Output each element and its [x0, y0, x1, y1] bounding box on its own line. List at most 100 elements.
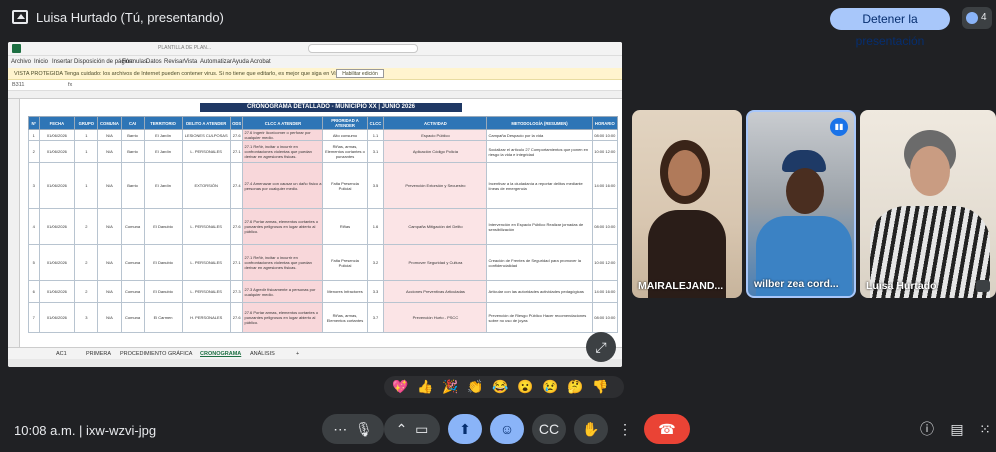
table-cell[interactable]: 6 — [28, 280, 40, 303]
table-cell[interactable]: N/A — [97, 244, 122, 281]
table-cell[interactable]: 01/06/2026 — [38, 302, 76, 333]
table-cell[interactable]: Riñas, armas, Elementos cortantes o punz… — [322, 140, 368, 163]
table-cell[interactable]: 3.3 — [366, 280, 385, 303]
table-cell[interactable]: 3.2 — [366, 244, 385, 281]
table-cell[interactable]: 27.1 Reñir, incitar o incurrir en confro… — [242, 244, 324, 281]
table-cell[interactable]: 3.5 — [366, 162, 385, 209]
table-cell[interactable]: 1 — [28, 129, 40, 141]
table-cell[interactable]: Aplicación Código Policía — [383, 140, 488, 163]
table-cell[interactable]: 10:00 12:00 — [591, 140, 619, 163]
table-cell[interactable]: 1.6 — [366, 208, 385, 245]
table-cell[interactable]: Promover Seguridad y Cultura — [383, 244, 488, 281]
table-cell[interactable]: Prevención de Riesgo Público Hacer recom… — [486, 302, 593, 333]
table-cell[interactable]: N/A — [97, 280, 122, 303]
sheet-tab[interactable]: AC1 — [56, 351, 67, 357]
table-cell[interactable]: 10:00 12:00 — [591, 244, 619, 281]
thumbs-up-reaction-icon[interactable]: 👍 — [417, 379, 433, 395]
sheet-tab[interactable]: ANÁLISIS — [250, 351, 275, 357]
table-cell[interactable]: 27.1 — [229, 140, 244, 163]
table-cell[interactable]: EXTORSIÓN — [181, 162, 231, 209]
table-cell[interactable]: El Carmen — [143, 302, 183, 333]
expand-icon[interactable]: ⤢ — [586, 332, 616, 362]
clap-reaction-icon[interactable]: 👏 — [467, 379, 483, 395]
menu-item[interactable]: Insertar — [52, 59, 72, 65]
table-cell[interactable]: 08:00 10:00 — [591, 129, 619, 141]
tile-options-icon[interactable] — [976, 280, 990, 292]
sheet-tab[interactable]: PROCEDIMIENTO — [120, 351, 166, 357]
table-cell[interactable]: 1 — [74, 162, 99, 209]
table-cell[interactable]: Falta Presencia Policial — [322, 162, 368, 209]
table-cell[interactable]: 01/06/2026 — [38, 280, 76, 303]
table-cell[interactable]: Menores Infractores — [322, 280, 368, 303]
stop-presenting-button[interactable]: Detener la presentación — [830, 8, 950, 48]
table-cell[interactable]: 01/06/2026 — [38, 129, 76, 141]
table-cell[interactable]: Comuna — [120, 280, 145, 303]
table-cell[interactable]: Prevención Extorsión y Secuestro — [383, 162, 488, 209]
table-cell[interactable]: 27.4 Amenazar con causar un daño físico … — [242, 162, 324, 209]
table-cell[interactable]: N/A — [97, 162, 122, 209]
table-cell[interactable]: 27.1 Reñir, incitar o incurrir en confro… — [242, 140, 324, 163]
table-cell[interactable]: 14:00 16:00 — [591, 162, 619, 209]
camera-icon[interactable]: ▭ — [415, 421, 428, 437]
table-cell[interactable]: Barrio — [120, 129, 145, 141]
table-cell[interactable]: 3.7 — [366, 302, 385, 333]
table-cell[interactable]: El Danubio — [143, 208, 183, 245]
leave-call-button[interactable]: ☎ — [644, 414, 690, 444]
table-cell[interactable]: 27.6 Ingerir licor/comer o perforar por … — [242, 129, 324, 141]
table-cell[interactable]: El Danubio — [143, 244, 183, 281]
table-cell[interactable]: 3 — [28, 162, 40, 209]
more-options-icon[interactable]: ⋯ — [333, 421, 347, 437]
table-cell[interactable]: N/A — [97, 129, 122, 141]
chat-icon[interactable]: ▤ — [946, 418, 968, 440]
table-cell[interactable]: L. PERSONALES — [181, 208, 231, 245]
menu-item[interactable]: Archivo — [11, 59, 31, 65]
table-cell[interactable]: 14:00 16:00 — [591, 280, 619, 303]
laugh-reaction-icon[interactable]: 😂 — [492, 379, 508, 395]
menu-item[interactable]: Acrobat — [250, 59, 271, 65]
table-cell[interactable]: Barrio — [120, 162, 145, 209]
table-cell[interactable]: 08:00 10:00 — [591, 208, 619, 245]
table-cell[interactable]: 08:00 10:00 — [591, 302, 619, 333]
more-options-button[interactable]: ⋮ — [614, 414, 636, 444]
reactions-button[interactable]: ☺ — [490, 414, 524, 444]
activities-icon[interactable]: ⁙ — [974, 418, 996, 440]
menu-item[interactable]: Revisar — [164, 59, 184, 65]
party-reaction-icon[interactable]: 🎉 — [442, 379, 458, 395]
table-cell[interactable]: Acciones Preventivas Articuladas — [383, 280, 488, 303]
thumbs-down-reaction-icon[interactable]: 👎 — [592, 379, 608, 395]
table-cell[interactable]: LESIONES CULPOSAS — [181, 129, 231, 141]
table-cell[interactable]: Comuna — [120, 302, 145, 333]
info-icon[interactable]: ⓘ — [916, 418, 938, 440]
table-cell[interactable]: El Jardín — [143, 140, 183, 163]
table-cell[interactable]: N/A — [97, 302, 122, 333]
menu-item[interactable]: Automatizar — [200, 59, 232, 65]
enable-editing-button[interactable]: Habilitar edición — [336, 69, 384, 78]
table-cell[interactable]: 5 — [28, 244, 40, 281]
table-cell[interactable]: El Jardín — [143, 162, 183, 209]
participant-tile-active-speaker[interactable]: ▮▮ wilber zea cord... — [746, 110, 856, 298]
table-cell[interactable]: Incentivar a la ciudadanía a reportar de… — [486, 162, 593, 209]
table-cell[interactable]: 27.6 Portar armas, elementos cortantes o… — [242, 208, 324, 245]
table-cell[interactable]: 7 — [28, 302, 40, 333]
table-cell[interactable]: Intervención en Espacio Público Realizar… — [486, 208, 593, 245]
table-cell[interactable]: 1.1 — [366, 129, 385, 141]
table-cell[interactable]: 01/06/2026 — [38, 140, 76, 163]
table-cell[interactable]: N/A — [97, 140, 122, 163]
table-cell[interactable]: Riñas, armas, Elementos cortantes — [322, 302, 368, 333]
table-cell[interactable]: 2 — [28, 140, 40, 163]
present-now-button[interactable]: ⬆ — [448, 414, 482, 444]
sheet-tab[interactable]: GRÁFICA — [168, 351, 192, 357]
microphone-icon[interactable]: 🎙 — [355, 421, 373, 437]
table-cell[interactable]: Articular con las autoridades actividade… — [486, 280, 593, 303]
table-cell[interactable]: 4 — [28, 208, 40, 245]
thinking-reaction-icon[interactable]: 🤔 — [567, 379, 583, 395]
menu-item[interactable]: Inicio — [34, 59, 48, 65]
table-cell[interactable]: Comuna — [120, 244, 145, 281]
table-cell[interactable]: L. PERSONALES — [181, 280, 231, 303]
table-cell[interactable]: 27.6 — [229, 129, 244, 141]
table-cell[interactable]: Prevención Hurto - PSCC — [383, 302, 488, 333]
table-cell[interactable]: H. PERSONALES — [181, 302, 231, 333]
surprised-reaction-icon[interactable]: 😮 — [517, 379, 533, 395]
table-cell[interactable]: Riñas — [322, 208, 368, 245]
excel-search-box[interactable] — [308, 44, 418, 53]
